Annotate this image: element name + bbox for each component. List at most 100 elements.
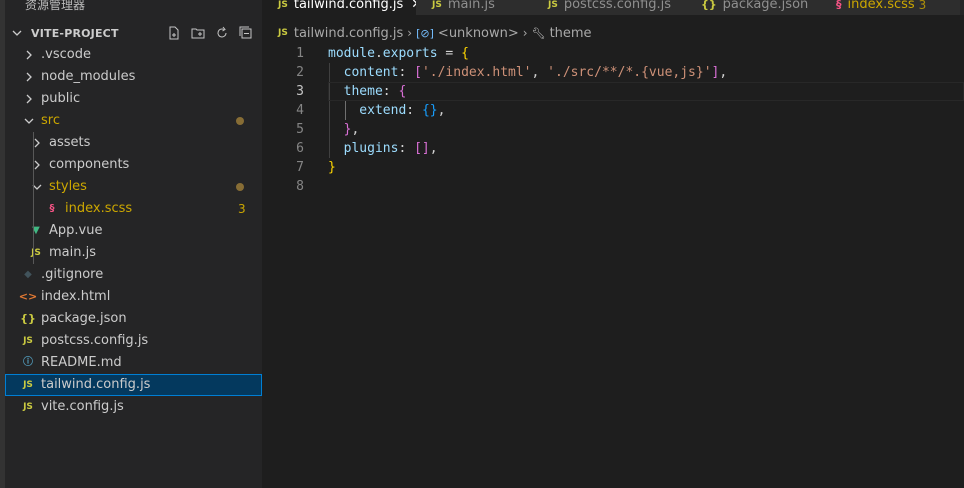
code-token: , [351,122,360,137]
tree-item-label: postcss.config.js [41,333,149,348]
code-token: , [531,65,548,80]
tree-item-label: index.html [41,289,111,304]
breadcrumb-file[interactable]: tailwind.config.js [294,26,403,41]
code-text: module.exports = { [328,44,469,63]
file-index-html[interactable]: <> index.html [5,286,262,308]
problem-count-badge: 3 [238,202,246,216]
tab-tailwind-config-js[interactable]: JStailwind.config.js✕ [262,0,422,15]
tab-main-js[interactable]: JS main.js [416,0,533,15]
json-file-icon: {} [20,312,36,325]
tab-label: index.scss [847,0,915,12]
tab-index-scss[interactable]: § index.scss 3 [820,0,961,15]
code-token: : [382,84,399,99]
chevron-right-icon: › [522,26,528,40]
file-package-json[interactable]: {} package.json [5,308,262,330]
git-file-icon: ◆ [24,269,32,280]
line-number: 8 [296,179,304,194]
js-file-icon: JS [23,402,33,412]
file-index-scss[interactable]: § index.scss 3 [5,198,262,220]
code-token: : [406,103,422,118]
code-line[interactable]: 7} [262,158,964,177]
js-file-icon: JS [278,0,288,10]
explorer-actions [166,25,254,41]
chevron-down-icon [23,115,35,127]
scss-file-icon: § [836,0,842,11]
folder-public[interactable]: public [5,88,262,110]
code-text: extend: {}, [328,101,445,120]
file-vite-config-js[interactable]: JS vite.config.js [5,396,262,418]
js-file-icon: JS [278,28,288,38]
code-token: [ [414,65,422,80]
folder-styles[interactable]: styles [5,176,262,198]
code-text: }, [328,120,360,139]
chevron-right-icon: › [407,26,413,40]
chevron-right-icon [23,93,35,105]
folder-node-modules[interactable]: node_modules [5,66,262,88]
vue-file-icon: ▼ [32,225,40,236]
indent-guide [33,154,34,176]
chevron-right-icon [23,49,35,61]
tree-item-label: main.js [49,245,96,260]
refresh-icon[interactable] [214,25,230,41]
tree-item-label: package.json [41,311,127,326]
code-line[interactable]: 5 }, [262,120,964,139]
code-text: } [328,158,336,177]
module-symbol-icon: [⊘] [416,26,434,40]
code-token: } [328,160,336,175]
code-line[interactable]: 2 content: ['./index.html', './src/**/*.… [262,63,964,82]
js-file-icon: JS [31,248,41,258]
indent-guide [33,176,34,198]
tree-item-label: node_modules [41,69,136,84]
folder--vscode[interactable]: .vscode [5,44,262,66]
more-actions-button[interactable]: ··· [229,0,242,8]
breadcrumb-unknown[interactable]: <unknown> [438,26,519,41]
code-line[interactable]: 3 theme: { [262,82,964,101]
code-line[interactable]: 6 plugins: [], [262,139,964,158]
tree-item-label: README.md [41,355,122,370]
file-app-vue[interactable]: ▼ App.vue [5,220,262,242]
code-token: './src/**/*.{vue,js}' [547,65,712,80]
file-readme-md[interactable]: ⓘ README.md [5,352,262,374]
code-token: module [328,46,375,61]
code-text: content: ['./index.html', './src/**/*.{v… [328,63,728,82]
breadcrumb-symbol[interactable]: theme [550,26,592,41]
explorer-title: 资源管理器 [25,0,86,12]
tree-item-label: App.vue [49,223,103,238]
file-main-js[interactable]: JS main.js [5,242,262,264]
file--gitignore[interactable]: ◆ .gitignore [5,264,262,286]
code-line[interactable]: 8 [262,177,964,196]
project-header[interactable]: VITE-PROJECT [5,22,262,44]
code-token: { [461,46,469,61]
modified-dot [236,117,244,125]
code-token: [] [414,141,430,156]
tab-postcss-config-js[interactable]: JS postcss.config.js [532,0,686,15]
new-file-icon[interactable] [166,25,182,41]
code-token: plugins [328,141,399,156]
code-editor[interactable]: 1 module.exports = {2 content: ['./index.… [262,44,964,488]
line-number: 7 [296,160,304,175]
line-number: 3 [296,84,304,99]
folder-src[interactable]: src [5,110,262,132]
file-postcss-config-js[interactable]: JS postcss.config.js [5,330,262,352]
tab-label: main.js [447,0,495,12]
code-line[interactable]: 1 module.exports = { [262,44,964,63]
new-folder-icon[interactable] [190,25,206,41]
json-file-icon: {} [701,0,717,11]
project-name: VITE-PROJECT [31,26,119,40]
code-token: theme [328,84,383,99]
code-token: { [398,84,407,99]
collapse-all-icon[interactable] [238,25,254,41]
file-tailwind-config-js[interactable]: JS tailwind.config.js [5,374,262,396]
tree-item-label: .gitignore [41,267,104,282]
code-token: {} [421,103,438,118]
folder-assets[interactable]: assets [5,132,262,154]
explorer-sidebar: 资源管理器 ··· VITE-PROJECT .vscode node_modul… [0,0,262,488]
folder-components[interactable]: components [5,154,262,176]
tab-package-json[interactable]: {} package.json [685,0,821,15]
code-line[interactable]: 4 extend: {}, [262,101,964,120]
tree-item-label: public [41,91,81,106]
tree-item-label: index.scss [65,201,133,216]
indent-guide [33,198,34,220]
tab-label: package.json [722,0,809,12]
